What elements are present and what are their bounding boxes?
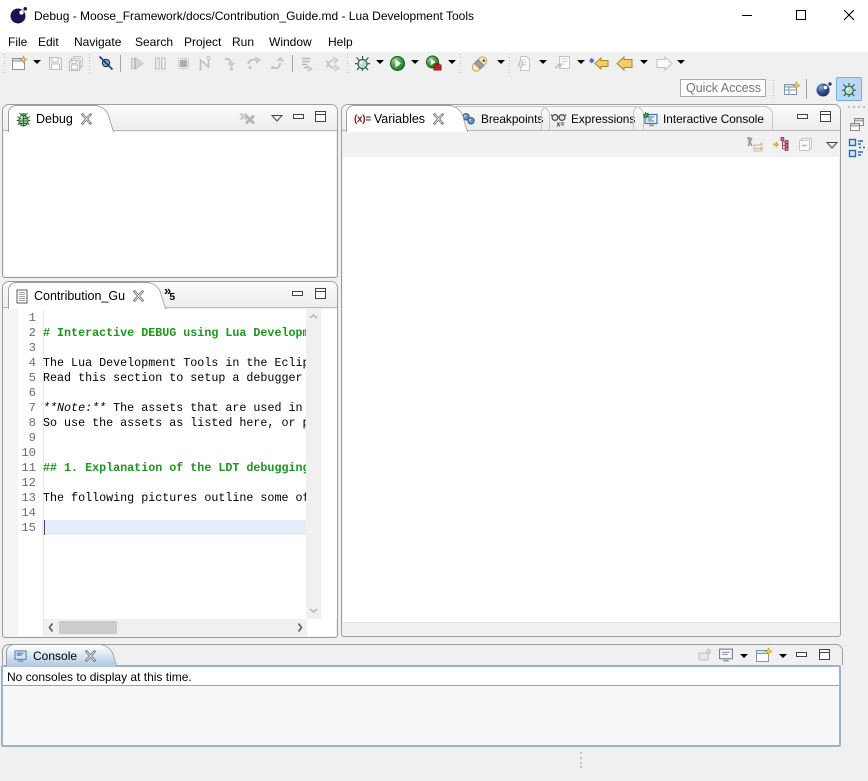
svg-text:x=: x=: [557, 121, 565, 127]
